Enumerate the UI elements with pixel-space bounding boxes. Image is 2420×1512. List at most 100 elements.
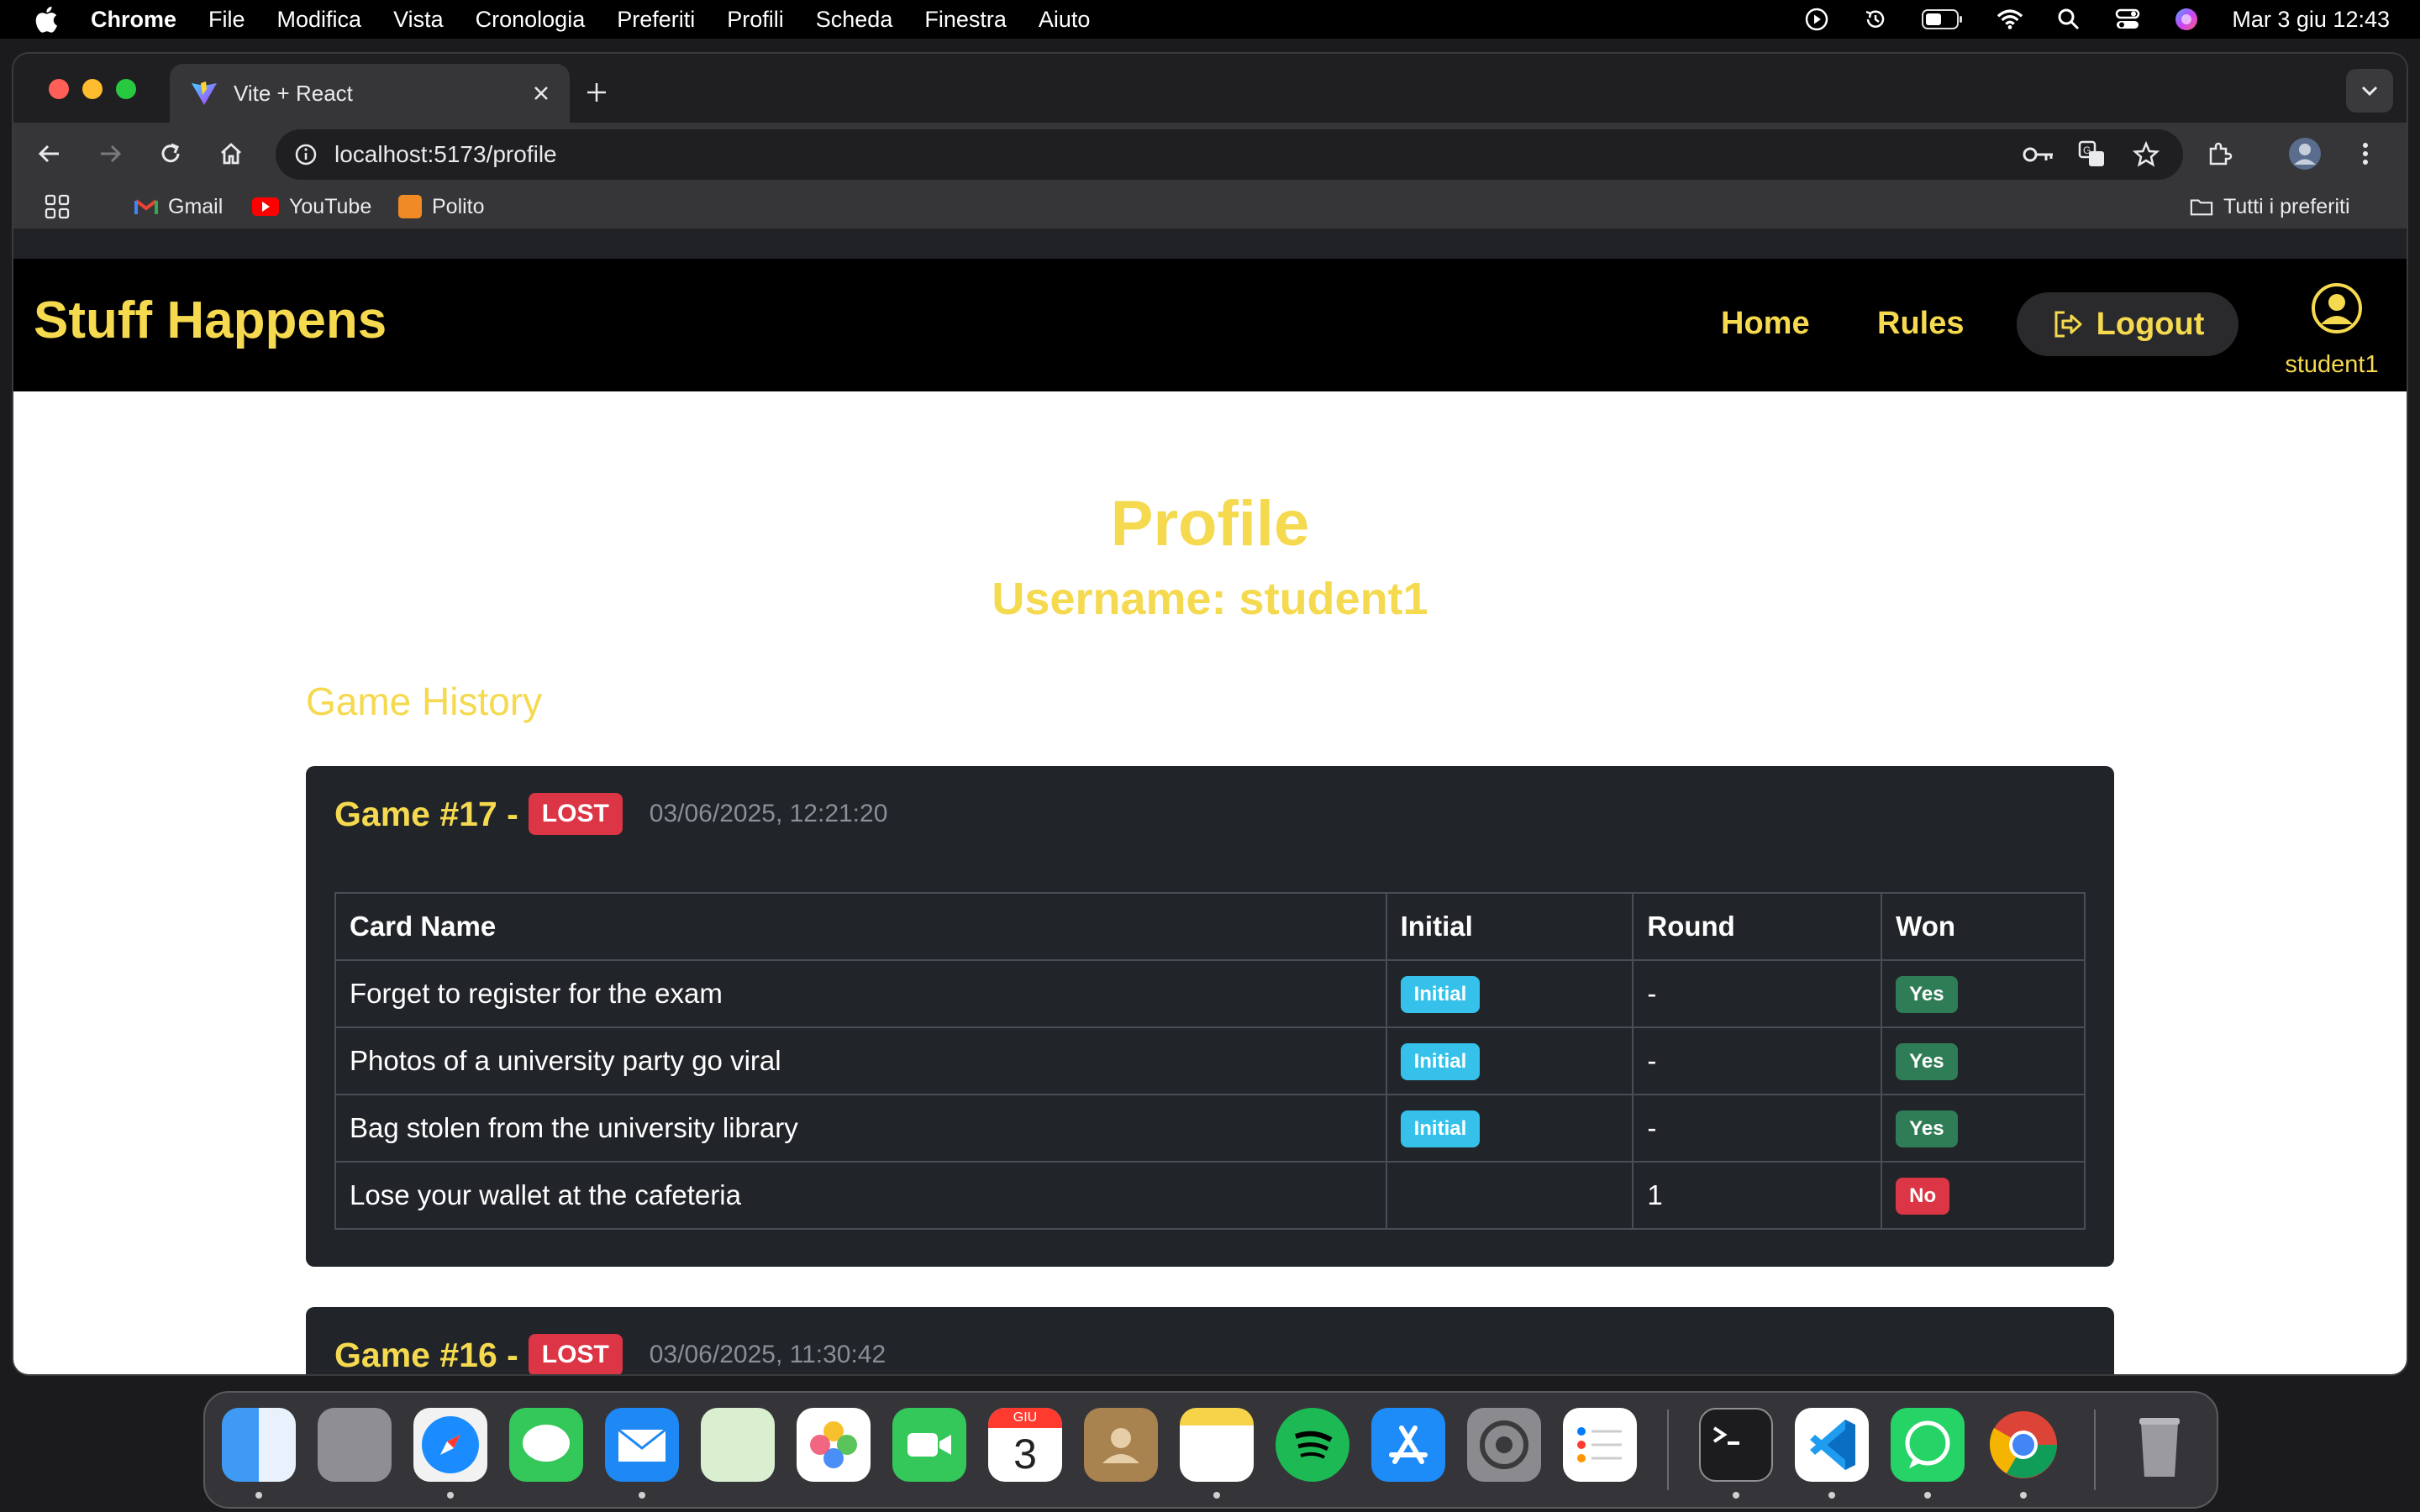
game-date: 03/06/2025, 11:30:42	[649, 1341, 886, 1368]
minimize-window-button[interactable]	[82, 79, 103, 99]
logout-arrow-icon	[2054, 311, 2082, 338]
nav-rules-link[interactable]: Rules	[1877, 306, 1964, 342]
siri-icon[interactable]	[2173, 6, 2200, 33]
reload-icon[interactable]	[151, 134, 190, 173]
folder-icon	[2190, 195, 2213, 218]
launchpad-icon[interactable]	[318, 1408, 392, 1482]
won-cell: Yes	[1881, 1026, 2086, 1095]
bookmark-youtube[interactable]: YouTube	[252, 192, 371, 222]
new-tab-icon[interactable]	[576, 72, 617, 113]
app-store-icon[interactable]	[1371, 1408, 1445, 1482]
mail-icon[interactable]	[605, 1408, 679, 1482]
menu-scheda[interactable]: Scheda	[816, 7, 893, 33]
menu-modifica[interactable]: Modifica	[277, 7, 362, 33]
username-label[interactable]: student1	[2257, 351, 2407, 379]
photos-icon[interactable]	[797, 1408, 871, 1482]
bookmark-star-icon[interactable]	[2129, 138, 2163, 171]
game-date: 03/06/2025, 12:21:20	[649, 800, 888, 827]
bookmark-polito-label: Polito	[432, 194, 485, 218]
game-history-heading: Game History	[306, 680, 543, 723]
facetime-icon[interactable]	[892, 1408, 966, 1482]
column-header-won: Won	[1881, 892, 2086, 961]
menu-profili[interactable]: Profili	[727, 7, 784, 33]
terminal-icon[interactable]	[1699, 1408, 1773, 1482]
zoom-window-button[interactable]	[116, 79, 136, 99]
contacts-icon[interactable]	[1084, 1408, 1158, 1482]
tab-title: Vite + React	[234, 80, 353, 106]
menu-aiuto[interactable]: Aiuto	[1039, 7, 1091, 33]
more-menu-icon[interactable]	[2346, 134, 2385, 173]
tab-search-chevron-down-icon[interactable]	[2346, 69, 2393, 113]
won-badge: Yes	[1896, 1110, 1958, 1147]
page-title: Profile	[1110, 488, 1310, 559]
vscode-icon[interactable]	[1795, 1408, 1869, 1482]
back-arrow-icon[interactable]	[30, 134, 69, 173]
game-title: Game #16 -	[334, 1335, 518, 1374]
initial-badge: Initial	[1400, 1110, 1481, 1147]
menu-finestra[interactable]: Finestra	[924, 7, 1007, 33]
menu-preferiti[interactable]: Preferiti	[617, 7, 695, 33]
initial-cell	[1385, 1161, 1634, 1230]
play-circle-icon[interactable]	[1803, 6, 1830, 33]
bookmark-youtube-label: YouTube	[289, 194, 372, 218]
user-circle-icon[interactable]	[2311, 282, 2363, 334]
game-header: Game #17 - LOST 03/06/2025, 12:21:20	[334, 793, 887, 835]
chrome-icon[interactable]	[1986, 1408, 2060, 1482]
spotlight-search-icon[interactable]	[2055, 6, 2082, 33]
home-icon[interactable]	[212, 134, 250, 173]
calendar-icon[interactable]: GIU 3	[988, 1408, 1062, 1482]
round-cell: -	[1632, 959, 1883, 1028]
apple-logo-icon[interactable]	[32, 4, 59, 34]
menu-cronologia[interactable]: Cronologia	[476, 7, 586, 33]
menu-vista[interactable]: Vista	[393, 7, 444, 33]
password-key-icon[interactable]	[2022, 138, 2055, 171]
close-window-button[interactable]	[49, 79, 69, 99]
logout-button[interactable]: Logout	[2017, 292, 2238, 356]
address-url[interactable]: localhost:5173/profile	[334, 141, 2022, 168]
initial-badge: Initial	[1400, 1042, 1481, 1080]
control-center-icon[interactable]	[2114, 6, 2141, 33]
trash-icon[interactable]	[2123, 1408, 2196, 1482]
all-bookmarks-folder[interactable]: Tutti i preferiti	[2190, 192, 2350, 222]
reminders-icon[interactable]	[1563, 1408, 1637, 1482]
address-bar[interactable]: localhost:5173/profile G	[276, 129, 2183, 180]
safari-icon[interactable]	[413, 1408, 487, 1482]
bookmark-polito[interactable]: Polito	[398, 192, 485, 222]
won-badge: Yes	[1896, 975, 1958, 1013]
menu-file[interactable]: File	[208, 7, 245, 33]
calendar-day: 3	[1013, 1431, 1037, 1478]
system-settings-gear-icon[interactable]	[1467, 1408, 1541, 1482]
app-navbar: Stuff Happens Home Rules Logout student1	[13, 259, 2407, 391]
table-row: Photos of a university party go viral In…	[334, 1026, 2086, 1095]
tab-close-icon[interactable]	[524, 76, 558, 110]
menubar-clock[interactable]: Mar 3 giu 12:43	[2232, 7, 2390, 33]
wifi-icon[interactable]	[1996, 6, 2023, 33]
site-info-icon[interactable]	[291, 139, 321, 170]
card-name-cell: Bag stolen from the university library	[334, 1094, 1387, 1163]
apps-grid-icon[interactable]	[44, 192, 71, 222]
initial-cell: Initial	[1385, 959, 1634, 1028]
game-card: Game #16 - LOST 03/06/2025, 11:30:42	[306, 1307, 2114, 1374]
forward-arrow-icon[interactable]	[91, 134, 129, 173]
running-indicator	[2020, 1492, 2027, 1499]
translate-icon[interactable]: G	[2075, 138, 2109, 171]
page-subtitle: Username: student1	[992, 574, 1428, 624]
profile-avatar[interactable]	[2286, 134, 2324, 173]
spotify-icon[interactable]	[1276, 1408, 1349, 1482]
menubar-app-name[interactable]: Chrome	[91, 7, 176, 33]
bookmark-gmail[interactable]: Gmail	[134, 192, 223, 222]
finder-icon[interactable]	[222, 1408, 296, 1482]
time-machine-icon[interactable]	[1862, 6, 1889, 33]
messages-icon[interactable]	[509, 1408, 583, 1482]
whatsapp-icon[interactable]	[1891, 1408, 1965, 1482]
nav-home-link[interactable]: Home	[1721, 306, 1810, 342]
bookmark-gmail-label: Gmail	[168, 194, 224, 218]
notes-icon[interactable]	[1180, 1408, 1254, 1482]
browser-toolbar: localhost:5173/profile G	[13, 123, 2407, 185]
tab-active[interactable]: Vite + React	[170, 64, 570, 123]
maps-icon[interactable]	[701, 1408, 775, 1482]
brand-title[interactable]: Stuff Happens	[34, 291, 387, 350]
battery-icon[interactable]	[1921, 6, 1965, 33]
won-cell: No	[1881, 1161, 2086, 1230]
extensions-puzzle-icon[interactable]	[2200, 134, 2238, 173]
